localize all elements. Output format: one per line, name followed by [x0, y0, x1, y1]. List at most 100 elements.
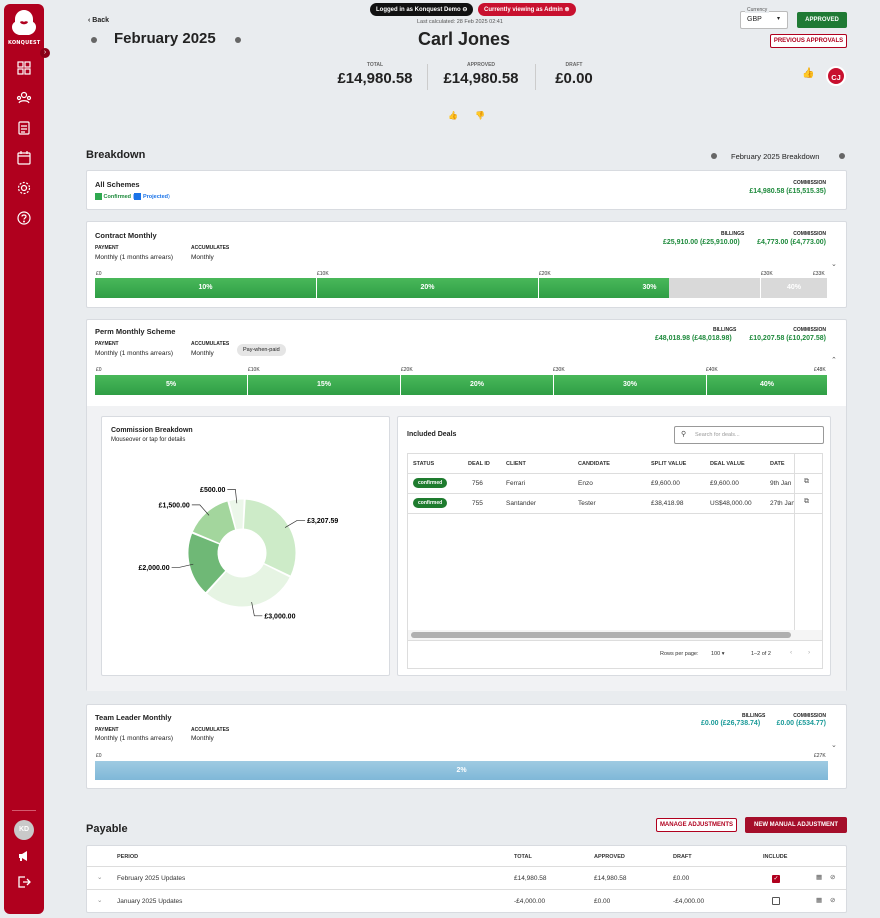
tier-segment[interactable]: 20%: [401, 375, 554, 395]
thumbs-up-icon[interactable]: 👍: [448, 111, 458, 120]
scrollbar-thumb[interactable]: [411, 632, 791, 638]
tier-segment[interactable]: 5%: [95, 375, 248, 395]
accumulates-label: ACCUMULATES: [191, 341, 230, 347]
open-external-icon[interactable]: ⧉: [804, 478, 809, 486]
back-link[interactable]: ‹ Back: [88, 17, 109, 24]
period-title: February 2025: [114, 30, 216, 47]
payment-value: Monthly (1 months arrears): [95, 350, 174, 357]
konquest-logo[interactable]: KONQUEST: [8, 8, 40, 50]
tier-segment[interactable]: 40%: [761, 278, 828, 298]
include-checkbox[interactable]: [772, 897, 780, 905]
projected-swatch: [134, 193, 142, 200]
prev-breakdown-icon[interactable]: [711, 153, 717, 159]
currency-select[interactable]: Currency GBP ▾: [740, 7, 788, 29]
billings-label: BILLINGS: [713, 327, 737, 333]
open-external-icon[interactable]: ⧉: [804, 498, 809, 506]
chevron-down-icon[interactable]: ⌄: [97, 896, 102, 904]
block-icon[interactable]: ⊘: [830, 873, 835, 881]
column-header[interactable]: DATE: [770, 461, 785, 467]
tier-label: 10%: [198, 284, 213, 291]
tier-segment[interactable]: 2%: [95, 761, 828, 780]
tier-segment[interactable]: 40%: [707, 375, 828, 395]
user-avatar[interactable]: KD: [14, 820, 34, 840]
tier-segment[interactable]: 30%: [539, 278, 761, 298]
tier-bar: 10% 20% 30% 40%: [95, 278, 828, 298]
column-header[interactable]: CLIENT: [506, 461, 526, 467]
donut-slice[interactable]: [242, 498, 297, 577]
logout-icon[interactable]: [16, 874, 32, 890]
manage-adjustments-button[interactable]: MANAGE ADJUSTMENTS: [656, 818, 737, 832]
column-header[interactable]: DEAL ID: [468, 461, 490, 467]
prev-period-icon[interactable]: [91, 37, 97, 43]
tick-label: £0: [96, 271, 102, 277]
avatar[interactable]: CJ: [826, 66, 846, 86]
dashboard-icon[interactable]: [16, 60, 32, 76]
scheme-title: Contract Monthly: [95, 231, 157, 240]
divider: [427, 64, 428, 90]
column-header[interactable]: CANDIDATE: [578, 461, 610, 467]
tick-label: £40K: [706, 367, 718, 373]
next-page-icon[interactable]: ›: [808, 649, 810, 656]
billings-value: £0.00 (£26,738.74): [701, 720, 761, 727]
settings-icon[interactable]: [16, 180, 32, 196]
all-schemes-title: All Schemes: [95, 180, 140, 189]
prev-page-icon[interactable]: ‹: [790, 649, 792, 656]
tier-segment[interactable]: 15%: [248, 375, 401, 395]
horizontal-scrollbar[interactable]: [408, 630, 822, 640]
commission-value: £10,207.58 (£10,207.58): [749, 335, 826, 342]
viewing-as-badge[interactable]: Currently viewing as Admin ⊗: [478, 3, 576, 16]
pay-when-paid-chip: Pay-when-paid: [237, 344, 286, 356]
collapse-icon[interactable]: ⌃: [831, 356, 837, 364]
document-icon[interactable]: [16, 120, 32, 136]
approved-button[interactable]: APPROVED: [797, 12, 847, 28]
last-calculated: Last calculated: 28 Feb 2025 02:41: [417, 19, 503, 25]
tier-segment[interactable]: 10%: [95, 278, 317, 298]
draft: -£4,000.00: [673, 898, 705, 905]
slice-label: £500.00: [200, 487, 225, 494]
column-header[interactable]: SPLIT VALUE: [651, 461, 686, 467]
payment-label: PAYMENT: [95, 727, 119, 733]
donut-chart[interactable]: £3,207.59 £3,000.00 £2,000.00 £1,500.00 £500…: [102, 417, 391, 677]
include-checkbox[interactable]: ✓: [772, 875, 780, 883]
payment-label: PAYMENT: [95, 341, 119, 347]
expand-icon[interactable]: ⌄: [831, 741, 837, 749]
table-row[interactable]: ⌄ February 2025 Updates £14,980.58 £14,9…: [87, 867, 846, 890]
table-row[interactable]: confirmed 756 Ferrari Enzo £9,600.00 £9,…: [408, 474, 822, 494]
sidebar-collapse-button[interactable]: ›: [40, 48, 50, 58]
chevron-down-icon[interactable]: ⌄: [97, 873, 102, 881]
table-row[interactable]: ⌄ January 2025 Updates -£4,000.00 £0.00 …: [87, 890, 846, 912]
tier-label: 40%: [786, 284, 801, 291]
next-breakdown-icon[interactable]: [839, 153, 845, 159]
calculator-icon[interactable]: ▦: [816, 873, 822, 881]
calendar-icon[interactable]: [16, 150, 32, 166]
logged-in-badge[interactable]: Logged in as Konquest Demo ⊖: [370, 3, 474, 16]
billings-value: £25,910.00 (£25,910.00): [663, 239, 740, 246]
team-icon[interactable]: [16, 90, 32, 106]
megaphone-icon[interactable]: [16, 848, 32, 864]
tier-segment[interactable]: 30%: [554, 375, 707, 395]
new-manual-adjustment-button[interactable]: NEW MANUAL ADJUSTMENT: [745, 817, 847, 833]
column-header[interactable]: DEAL VALUE: [710, 461, 745, 467]
tick-label: £0: [96, 753, 102, 759]
tier-segment[interactable]: 20%: [317, 278, 539, 298]
rows-per-page-select[interactable]: 100 ▾: [711, 651, 724, 657]
previous-approvals-button[interactable]: PREVIOUS APPROVALS: [770, 34, 847, 48]
thumbs-down-icon[interactable]: 👎: [475, 111, 485, 120]
next-period-icon[interactable]: [235, 37, 241, 43]
logged-in-text: Logged in as Konquest Demo: [376, 7, 461, 13]
expand-icon[interactable]: ⌄: [831, 260, 837, 268]
scheme-title: Perm Monthly Scheme: [95, 327, 176, 336]
search-input[interactable]: ⚲ Search for deals...: [674, 426, 824, 444]
column-header[interactable]: STATUS: [413, 461, 434, 467]
accumulates-value: Monthly: [191, 735, 214, 742]
thumbs-icon[interactable]: 👍: [802, 68, 814, 79]
person-name: Carl Jones: [418, 29, 511, 49]
column-header: TOTAL: [514, 854, 532, 860]
slice-label: £3,207.59: [307, 518, 338, 525]
tier-label: 20%: [469, 381, 484, 388]
candidate: Tester: [578, 500, 596, 507]
table-row[interactable]: confirmed 755 Santander Tester £38,418.9…: [408, 494, 822, 514]
help-icon[interactable]: [16, 210, 32, 226]
calculator-icon[interactable]: ▦: [816, 896, 822, 904]
block-icon[interactable]: ⊘: [830, 896, 835, 904]
